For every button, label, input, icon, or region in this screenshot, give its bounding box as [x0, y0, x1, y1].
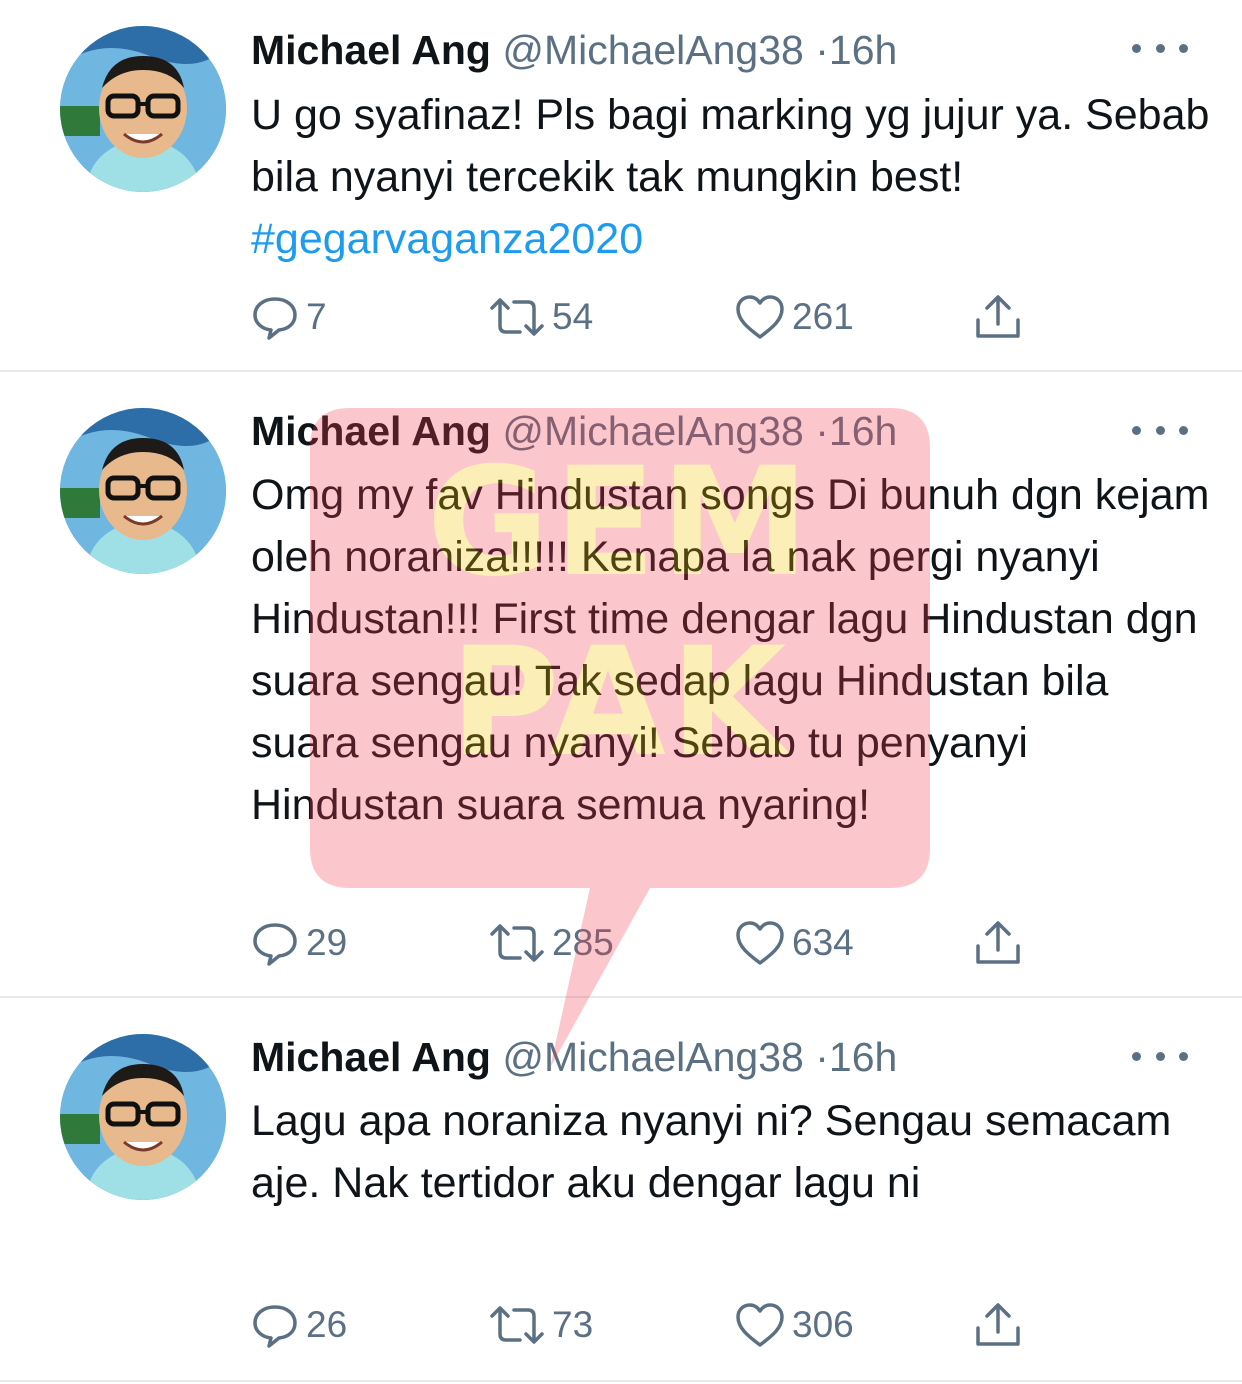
like-count: 261 — [792, 296, 854, 337]
hashtag-link[interactable]: #gegarvaganza2020 — [251, 215, 643, 263]
reply-count: 7 — [306, 296, 327, 337]
tweet[interactable]: Michael Ang @MichaelAng38 ·16h Lagu apa … — [0, 998, 1242, 1382]
retweet-count: 54 — [552, 296, 594, 337]
avatar[interactable] — [60, 408, 226, 574]
heart-icon — [736, 921, 784, 965]
speech-bubble-icon — [253, 1305, 297, 1348]
like-button[interactable]: 306 — [734, 1300, 854, 1350]
like-count: 634 — [792, 922, 854, 963]
like-button[interactable]: 634 — [734, 918, 854, 968]
separator-dot: · — [815, 1034, 829, 1080]
share-icon — [976, 1303, 1020, 1346]
tweet-header: Michael Ang @MichaelAng38 ·16h — [251, 406, 1202, 456]
speech-bubble-icon — [253, 923, 297, 966]
retweet-count: 285 — [552, 922, 614, 963]
author-name[interactable]: Michael Ang — [251, 27, 491, 73]
share-icon — [976, 295, 1020, 338]
separator-dot: · — [815, 27, 829, 73]
author-handle[interactable]: @MichaelAng38 — [502, 27, 803, 73]
tweet-actions: 29 285 634 — [250, 918, 1040, 968]
tweet-actions: 26 73 306 — [250, 1300, 1040, 1350]
tweet-time[interactable]: 16h — [829, 408, 897, 454]
tweet-time[interactable]: 16h — [829, 27, 897, 73]
tweet[interactable]: Michael Ang @MichaelAng38 ·16h U go syaf… — [0, 0, 1242, 372]
tweet-feed: Michael Ang @MichaelAng38 ·16h U go syaf… — [0, 0, 1242, 1384]
more-dots-icon[interactable] — [1132, 1046, 1188, 1066]
reply-button[interactable]: 29 — [250, 918, 347, 968]
heart-icon — [736, 295, 784, 339]
retweet-icon — [490, 298, 544, 336]
tweet-text: Lagu apa noraniza nyanyi ni? Sengau sema… — [251, 1097, 1172, 1207]
share-button[interactable] — [972, 1300, 1024, 1350]
author-handle[interactable]: @MichaelAng38 — [502, 408, 803, 454]
share-icon — [976, 921, 1020, 964]
retweet-count: 73 — [552, 1304, 594, 1345]
like-count: 306 — [792, 1304, 854, 1345]
reply-button[interactable]: 7 — [250, 292, 327, 342]
tweet-time[interactable]: 16h — [829, 1034, 897, 1080]
retweet-icon — [490, 1306, 544, 1344]
tweet-actions: 7 54 261 — [250, 292, 1040, 342]
speech-bubble-icon — [253, 297, 297, 340]
avatar[interactable] — [60, 1034, 226, 1200]
share-button[interactable] — [972, 918, 1024, 968]
share-button[interactable] — [972, 292, 1024, 342]
tweet-header: Michael Ang @MichaelAng38 ·16h — [251, 1032, 1202, 1082]
reply-count: 26 — [306, 1304, 348, 1345]
more-dots-icon[interactable] — [1132, 420, 1188, 440]
retweet-button[interactable]: 285 — [488, 918, 614, 968]
tweet-header: Michael Ang @MichaelAng38 ·16h — [251, 25, 1202, 75]
author-handle[interactable]: @MichaelAng38 — [502, 1034, 803, 1080]
avatar[interactable] — [60, 26, 226, 192]
author-name[interactable]: Michael Ang — [251, 1034, 491, 1080]
reply-count: 29 — [306, 922, 348, 963]
author-name[interactable]: Michael Ang — [251, 408, 491, 454]
tweet-body: U go syafinaz! Pls bagi marking yg jujur… — [251, 91, 1210, 201]
retweet-button[interactable]: 54 — [488, 292, 593, 342]
tweet[interactable]: Michael Ang @MichaelAng38 ·16h Omg my fa… — [0, 372, 1242, 998]
retweet-button[interactable]: 73 — [488, 1300, 593, 1350]
separator-dot: · — [815, 408, 829, 454]
like-button[interactable]: 261 — [734, 292, 854, 342]
more-dots-icon[interactable] — [1132, 38, 1188, 58]
reply-button[interactable]: 26 — [250, 1300, 347, 1350]
heart-icon — [736, 1303, 784, 1347]
tweet-text: Omg my fav Hindustan songs Di bunuh dgn … — [251, 471, 1210, 829]
retweet-icon — [490, 924, 544, 962]
tweet-text: U go syafinaz! Pls bagi marking yg jujur… — [251, 84, 1211, 270]
